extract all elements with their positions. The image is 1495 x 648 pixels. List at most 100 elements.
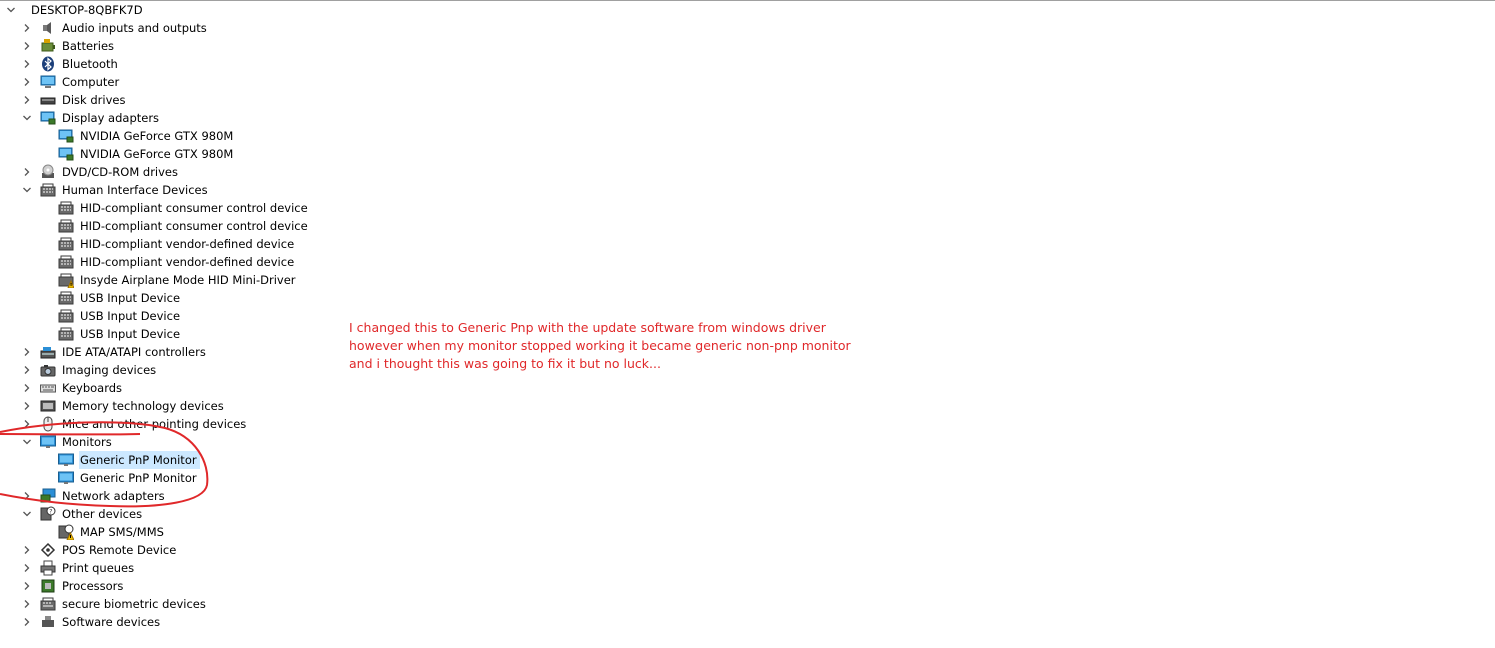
dvd-drive-icon: [40, 164, 56, 180]
memory-device-icon: [40, 398, 56, 414]
chevron-right-icon[interactable]: [22, 95, 32, 105]
tree-device-hid-compliant-consumer-control-device[interactable]: HID-compliant consumer control device: [58, 199, 311, 217]
chevron-down-icon[interactable]: [22, 113, 32, 123]
chevron-right-icon[interactable]: [22, 77, 32, 87]
tree-category-processors[interactable]: Processors: [22, 577, 126, 595]
chevron-right-icon[interactable]: [22, 59, 32, 69]
hid-icon: [58, 254, 74, 270]
tree-item-label: Processors: [62, 579, 124, 593]
ide-controller-icon: [40, 344, 56, 360]
tree-device-hid-compliant-vendor-defined-device[interactable]: HID-compliant vendor-defined device: [58, 235, 297, 253]
chevron-down-icon[interactable]: [22, 437, 32, 447]
tree-item-label: POS Remote Device: [62, 543, 177, 557]
tree-device-usb-input-device[interactable]: USB Input Device: [58, 325, 183, 343]
biometric-icon: [40, 596, 56, 612]
camera-icon: [40, 362, 56, 378]
tree-root[interactable]: DESKTOP-8QBFK7D: [6, 1, 146, 19]
tree-category-secure-biometric-devices[interactable]: secure biometric devices: [22, 595, 209, 613]
tree-device-generic-pnp-monitor[interactable]: Generic PnP Monitor: [58, 451, 200, 469]
tree-item-label: Generic PnP Monitor: [79, 451, 200, 469]
annotation-line-1: I changed this to Generic Pnp with the u…: [349, 320, 826, 335]
tree-item-label: Other devices: [62, 507, 143, 521]
tree-device-usb-input-device[interactable]: USB Input Device: [58, 289, 183, 307]
chevron-right-icon[interactable]: [22, 41, 32, 51]
device-tree: DESKTOP-8QBFK7D Audio inputs and outputs…: [0, 1, 700, 627]
tree-category-other-devices[interactable]: ? Other devices: [22, 505, 145, 523]
tree-category-pos-remote-device[interactable]: POS Remote Device: [22, 541, 179, 559]
tree-item-label: USB Input Device: [80, 327, 181, 341]
chevron-right-icon[interactable]: [22, 545, 32, 555]
tree-item-label: Batteries: [62, 39, 115, 53]
tree-item-label: HID-compliant consumer control device: [80, 201, 308, 215]
chevron-down-icon[interactable]: [22, 185, 32, 195]
tree-category-disk-drives[interactable]: Disk drives: [22, 91, 128, 109]
chevron-right-icon[interactable]: [22, 599, 32, 609]
tree-category-mice-and-other-pointing-devices[interactable]: Mice and other pointing devices: [22, 415, 249, 433]
chevron-right-icon[interactable]: [22, 581, 32, 591]
chevron-right-icon[interactable]: [22, 563, 32, 573]
tree-category-network-adapters[interactable]: Network adapters: [22, 487, 168, 505]
tree-device-nvidia-geforce-gtx-980m[interactable]: NVIDIA GeForce GTX 980M: [58, 145, 236, 163]
chevron-right-icon[interactable]: [22, 383, 32, 393]
network-adapter-icon: [40, 488, 56, 504]
root-computer-label: DESKTOP-8QBFK7D: [31, 3, 143, 17]
tree-device-usb-input-device[interactable]: USB Input Device: [58, 307, 183, 325]
tree-category-memory-technology-devices[interactable]: Memory technology devices: [22, 397, 227, 415]
chevron-right-icon[interactable]: [22, 419, 32, 429]
hid-icon: [58, 200, 74, 216]
tree-device-hid-compliant-vendor-defined-device[interactable]: HID-compliant vendor-defined device: [58, 253, 297, 271]
tree-device-generic-pnp-monitor[interactable]: Generic PnP Monitor: [58, 469, 200, 487]
mouse-icon: [40, 416, 56, 432]
disk-drive-icon: [40, 92, 56, 108]
display-adapter-icon: [58, 146, 74, 162]
tree-category-software-devices[interactable]: Software devices: [22, 613, 163, 627]
processor-icon: [40, 578, 56, 594]
chevron-down-icon[interactable]: [22, 509, 32, 519]
tree-item-label: Keyboards: [62, 381, 123, 395]
pos-device-icon: [40, 542, 56, 558]
tree-item-label: NVIDIA GeForce GTX 980M: [80, 147, 234, 161]
tree-item-label: Computer: [62, 75, 120, 89]
hid-icon: [58, 236, 74, 252]
tree-category-batteries[interactable]: Batteries: [22, 37, 117, 55]
tree-device-insyde-airplane-mode-hid-mini-driver[interactable]: Insyde Airplane Mode HID Mini-Driver: [58, 271, 299, 289]
bluetooth-icon: [40, 56, 56, 72]
svg-text:?: ?: [49, 508, 52, 515]
tree-category-computer[interactable]: Computer: [22, 73, 122, 91]
tree-item-label: HID-compliant vendor-defined device: [80, 237, 295, 251]
tree-device-hid-compliant-consumer-control-device[interactable]: HID-compliant consumer control device: [58, 217, 311, 235]
hid-icon: [58, 308, 74, 324]
tree-category-ide-ata-atapi-controllers[interactable]: IDE ATA/ATAPI controllers: [22, 343, 209, 361]
tree-category-human-interface-devices[interactable]: Human Interface Devices: [22, 181, 211, 199]
tree-category-monitors[interactable]: Monitors: [22, 433, 115, 451]
tree-item-label: Disk drives: [62, 93, 126, 107]
software-device-icon: [40, 614, 56, 627]
tree-category-bluetooth[interactable]: Bluetooth: [22, 55, 121, 73]
chevron-right-icon[interactable]: [22, 365, 32, 375]
chevron-right-icon[interactable]: [22, 167, 32, 177]
tree-item-label: Generic PnP Monitor: [80, 471, 197, 485]
computer-icon: [40, 74, 56, 90]
monitor-icon: [58, 452, 74, 468]
tree-device-map-sms-mms[interactable]: MAP SMS/MMS: [58, 523, 167, 541]
tree-item-label: Bluetooth: [62, 57, 118, 71]
tree-category-audio-inputs-and-outputs[interactable]: Audio inputs and outputs: [22, 19, 210, 37]
tree-category-dvd-cd-rom-drives[interactable]: DVD/CD-ROM drives: [22, 163, 181, 181]
chevron-down-icon[interactable]: [6, 5, 16, 15]
chevron-right-icon[interactable]: [22, 617, 32, 627]
tree-category-print-queues[interactable]: Print queues: [22, 559, 137, 577]
hid-icon: [58, 290, 74, 306]
chevron-right-icon[interactable]: [22, 23, 32, 33]
tree-item-label: Display adapters: [62, 111, 160, 125]
chevron-right-icon[interactable]: [22, 347, 32, 357]
annotation-line-3: and i thought this was going to fix it b…: [349, 356, 661, 371]
chevron-right-icon[interactable]: [22, 491, 32, 501]
annotation-line-2: however when my monitor stopped working …: [349, 338, 851, 353]
tree-category-keyboards[interactable]: Keyboards: [22, 379, 125, 397]
chevron-right-icon[interactable]: [22, 401, 32, 411]
hid-warning-icon: [58, 272, 74, 288]
tree-category-imaging-devices[interactable]: Imaging devices: [22, 361, 159, 379]
tree-device-nvidia-geforce-gtx-980m[interactable]: NVIDIA GeForce GTX 980M: [58, 127, 236, 145]
tree-category-display-adapters[interactable]: Display adapters: [22, 109, 162, 127]
tree-item-label: Software devices: [62, 615, 161, 627]
